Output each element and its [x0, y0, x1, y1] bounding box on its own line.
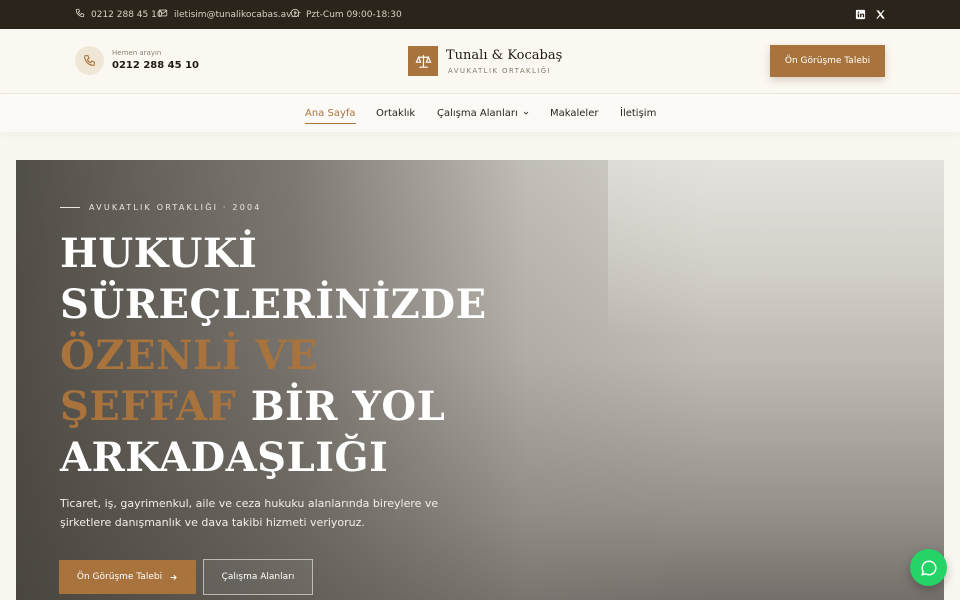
topbar-email[interactable]: iletisim@tunalikocabas.av.tr	[158, 0, 301, 29]
topbar-phone-text: 0212 288 45 10	[91, 9, 163, 20]
chevron-down-icon	[523, 111, 529, 115]
topbar-phone[interactable]: 0212 288 45 10	[75, 0, 163, 29]
chat-bubble-icon	[920, 559, 937, 576]
hero-section: AVUKATLIK ORTAKLIĞI · 2004 HUKUKİ SÜREÇL…	[16, 160, 944, 600]
linkedin-icon[interactable]	[855, 0, 866, 29]
phone-icon	[75, 8, 85, 21]
arrow-right-icon	[170, 574, 177, 580]
call-icon[interactable]	[75, 46, 104, 75]
nav-item-practice-areas-label: Çalışma Alanları	[437, 107, 518, 119]
topbar-hours-text: Pzt-Cum 09:00-18:30	[306, 9, 402, 20]
hero-eyebrow: AVUKATLIK ORTAKLIĞI · 2004	[60, 203, 262, 212]
consultation-request-button[interactable]: Ön Görüşme Talebi	[770, 45, 885, 77]
headline-part-1: HUKUKİ SÜREÇLERİNİZDE	[60, 230, 487, 328]
call-phone[interactable]: 0212 288 45 10	[112, 60, 199, 71]
logo-tagline: AVUKATLIK ORTAKLIĞI	[448, 67, 552, 75]
chat-button[interactable]	[910, 549, 947, 586]
hero-practice-areas-button[interactable]: Çalışma Alanları	[203, 559, 313, 595]
hero-consultation-label: Ön Görüşme Talebi	[76, 572, 163, 582]
hero-headline: HUKUKİ SÜREÇLERİNİZDE ÖZENLİ VE ŞEFFAF B…	[60, 228, 500, 483]
main-nav: Ana Sayfa Ortaklık Çalışma Alanları Maka…	[0, 94, 960, 132]
topbar-email-text: iletisim@tunalikocabas.av.tr	[174, 9, 301, 20]
nav-item-home[interactable]: Ana Sayfa	[305, 94, 356, 132]
top-bar: 0212 288 45 10 iletisim@tunalikocabas.av…	[0, 0, 960, 29]
logo-name[interactable]: Tunalı & Kocabaş	[446, 48, 562, 63]
nav-item-contact[interactable]: İletişim	[620, 94, 656, 132]
hero-lead: Ticaret, iş, gayrimenkul, aile ve ceza h…	[60, 497, 439, 529]
eyebrow-divider	[60, 207, 80, 208]
hero-consultation-button[interactable]: Ön Görüşme Talebi	[59, 560, 196, 594]
nav-item-partnership[interactable]: Ortaklık	[376, 94, 415, 132]
eyebrow-text: AVUKATLIK ORTAKLIĞI · 2004	[89, 203, 262, 212]
nav-item-articles[interactable]: Makaleler	[550, 94, 598, 132]
x-icon[interactable]	[875, 0, 886, 29]
nav-item-practice-areas[interactable]: Çalışma Alanları	[437, 94, 530, 132]
topbar-hours: Pzt-Cum 09:00-18:30	[290, 0, 402, 29]
scales-icon[interactable]	[408, 46, 438, 76]
site-header: Hemen arayın 0212 288 45 10 Tunalı & Koc…	[0, 29, 960, 94]
call-label: Hemen arayın	[112, 49, 162, 57]
mail-icon	[158, 8, 168, 21]
hero-background-glow	[608, 160, 944, 340]
clock-icon	[290, 8, 300, 21]
